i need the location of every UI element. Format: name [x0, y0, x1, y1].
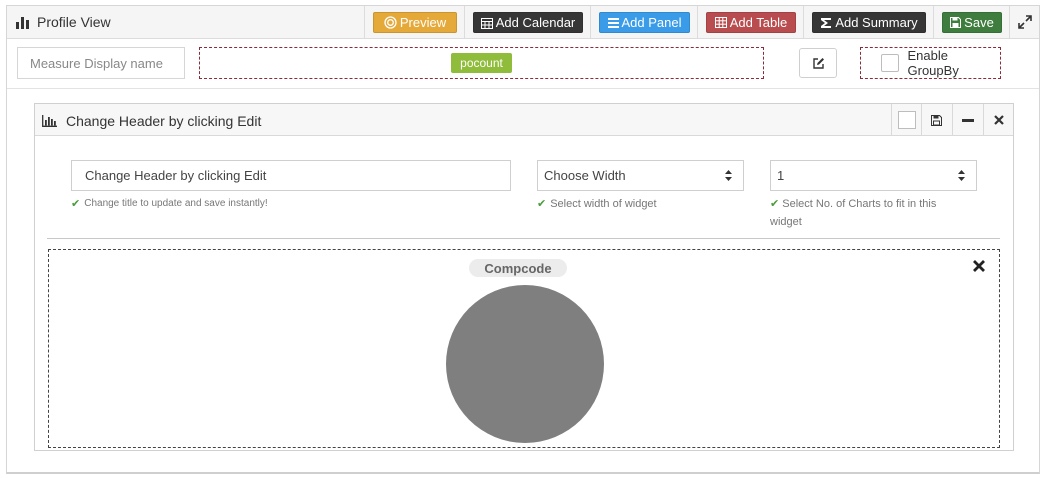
toolbar-divider — [590, 6, 591, 39]
widget-width-select[interactable]: Choose Width — [537, 160, 744, 191]
chart-container: Compcode — [48, 249, 1000, 448]
toolbar-divider — [464, 6, 465, 39]
profile-view-container: Profile View Preview Add Calendar Add Pa… — [6, 5, 1040, 474]
save-icon — [931, 114, 942, 126]
toolbar-divider — [803, 6, 804, 39]
summary-icon — [821, 17, 832, 28]
preview-button[interactable]: Preview — [373, 12, 457, 33]
pie-slice[interactable] — [446, 285, 604, 443]
widget-width-select-value: Choose Width — [544, 168, 626, 183]
widget-title: Change Header by clicking Edit — [42, 113, 261, 129]
page-title: Profile View — [16, 14, 111, 30]
toolbar-divider — [933, 6, 934, 39]
widget-save-button[interactable] — [921, 104, 951, 136]
add-panel-button[interactable]: Add Panel — [599, 12, 690, 33]
count-help-label: Select No. of Charts to fit in this widg… — [770, 198, 937, 228]
widget-close-button[interactable] — [983, 104, 1013, 136]
check-icon: ✔ — [71, 198, 81, 210]
edit-icon — [812, 57, 824, 69]
widget-minimize-button[interactable] — [952, 104, 982, 136]
width-help-text: ✔ Select width of widget — [537, 195, 747, 213]
expand-icon[interactable] — [1017, 14, 1033, 30]
menu-lines-icon — [607, 17, 619, 28]
close-icon — [993, 115, 1004, 125]
widget-select-toggle[interactable] — [891, 104, 921, 136]
title-help-text: ✔ Change title to update and save instan… — [71, 195, 511, 213]
toolbar-divider — [364, 6, 365, 39]
widget-divider — [47, 238, 1000, 239]
check-icon: ✔ — [537, 198, 547, 210]
count-help-text: ✔ Select No. of Charts to fit in this wi… — [770, 195, 970, 231]
measure-display-name-placeholder: Measure Display name — [30, 55, 163, 71]
widget-title-text: Change Header by clicking Edit — [66, 113, 262, 129]
save-label: Save — [964, 15, 994, 30]
preview-icon — [384, 16, 397, 29]
widget-panel: Change Header by clicking Edit Change He… — [34, 103, 1014, 451]
add-panel-label: Add Panel — [621, 15, 682, 30]
add-summary-button[interactable]: Add Summary — [812, 12, 926, 33]
table-icon — [714, 17, 727, 28]
toolbar-divider — [697, 6, 698, 39]
enable-groupby-toggle[interactable]: Enable GroupBy — [860, 47, 1001, 79]
bar-chart-icon — [16, 16, 29, 29]
save-button[interactable]: Save — [942, 12, 1002, 33]
add-table-button[interactable]: Add Table — [706, 12, 796, 33]
title-help-label: Change title to update and save instantl… — [84, 198, 268, 209]
toolbar-divider — [1009, 6, 1010, 39]
preview-label: Preview — [399, 15, 447, 30]
remove-chart-icon[interactable] — [972, 259, 986, 273]
page-title-text: Profile View — [37, 14, 111, 30]
groupby-label: Enable GroupBy — [907, 48, 959, 78]
chart-title: Compcode — [469, 259, 567, 277]
add-table-label: Add Table — [729, 15, 788, 30]
chart-count-select-value: 1 — [777, 168, 785, 183]
widget-header: Change Header by clicking Edit — [35, 104, 1013, 136]
widget-select-checkbox[interactable] — [897, 111, 916, 129]
add-summary-label: Add Summary — [835, 15, 918, 30]
add-calendar-label: Add Calendar — [495, 15, 576, 30]
measure-drop-zone[interactable]: pocount — [199, 47, 764, 79]
select-caret-icon — [725, 170, 732, 181]
edit-measure-button[interactable] — [799, 48, 837, 78]
width-help-label: Select width of widget — [550, 198, 657, 210]
chart-count-select[interactable]: 1 — [770, 160, 977, 191]
widget-title-input[interactable]: Change Header by clicking Edit — [71, 160, 511, 191]
groupby-checkbox[interactable] — [881, 54, 899, 72]
pie-chart — [446, 285, 604, 443]
calendar-icon — [480, 17, 493, 29]
minus-icon — [961, 118, 974, 122]
select-caret-icon — [958, 170, 965, 181]
top-toolbar: Profile View Preview Add Calendar Add Pa… — [7, 6, 1039, 39]
widget-title-input-value: Change Header by clicking Edit — [85, 168, 267, 183]
measure-display-name-input[interactable]: Measure Display name — [17, 47, 185, 79]
save-icon — [950, 17, 962, 28]
bar-chart-outline-icon — [42, 115, 57, 127]
check-icon: ✔ — [770, 198, 780, 210]
measure-pill[interactable]: pocount — [451, 53, 512, 73]
row-divider — [7, 88, 1039, 89]
add-calendar-button[interactable]: Add Calendar — [473, 12, 583, 33]
